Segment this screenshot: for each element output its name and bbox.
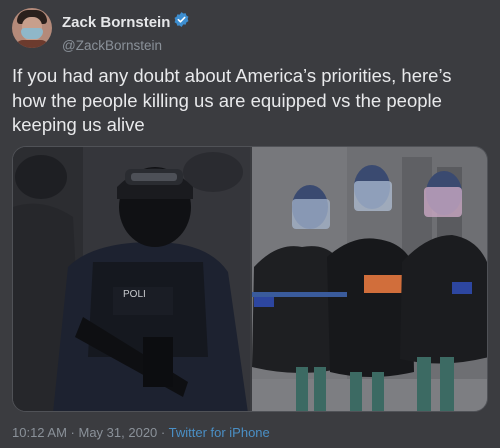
media-grid: POLI <box>12 146 488 412</box>
police-vest-label: POLI <box>123 289 146 300</box>
tweet-footer: 10:12 AM · May 31, 2020 · Twitter for iP… <box>12 425 270 440</box>
author-display-name[interactable]: Zack Bornstein <box>62 14 170 31</box>
verified-badge-icon <box>173 11 190 33</box>
footer-separator-2: · <box>157 425 169 440</box>
avatar-shirt <box>15 40 49 48</box>
tweet-time[interactable]: 10:12 AM <box>12 425 67 440</box>
police-officer-photo[interactable]: POLI <box>13 147 250 411</box>
healthcare-workers-photo[interactable] <box>252 147 487 411</box>
author-handle[interactable]: @ZackBornstein <box>62 38 190 53</box>
author-info: Zack Bornstein @ZackBornstein <box>62 11 190 53</box>
tweet-date[interactable]: May 31, 2020 <box>79 425 158 440</box>
avatar-mask <box>21 28 43 39</box>
healthcare-workers-illustration <box>252 147 487 411</box>
police-officer-illustration: POLI <box>13 147 250 411</box>
tweet-source-link[interactable]: Twitter for iPhone <box>169 425 270 440</box>
avatar[interactable] <box>12 8 52 48</box>
tweet-text: If you had any doubt about America’s pri… <box>12 65 452 135</box>
footer-separator: · <box>66 425 79 440</box>
